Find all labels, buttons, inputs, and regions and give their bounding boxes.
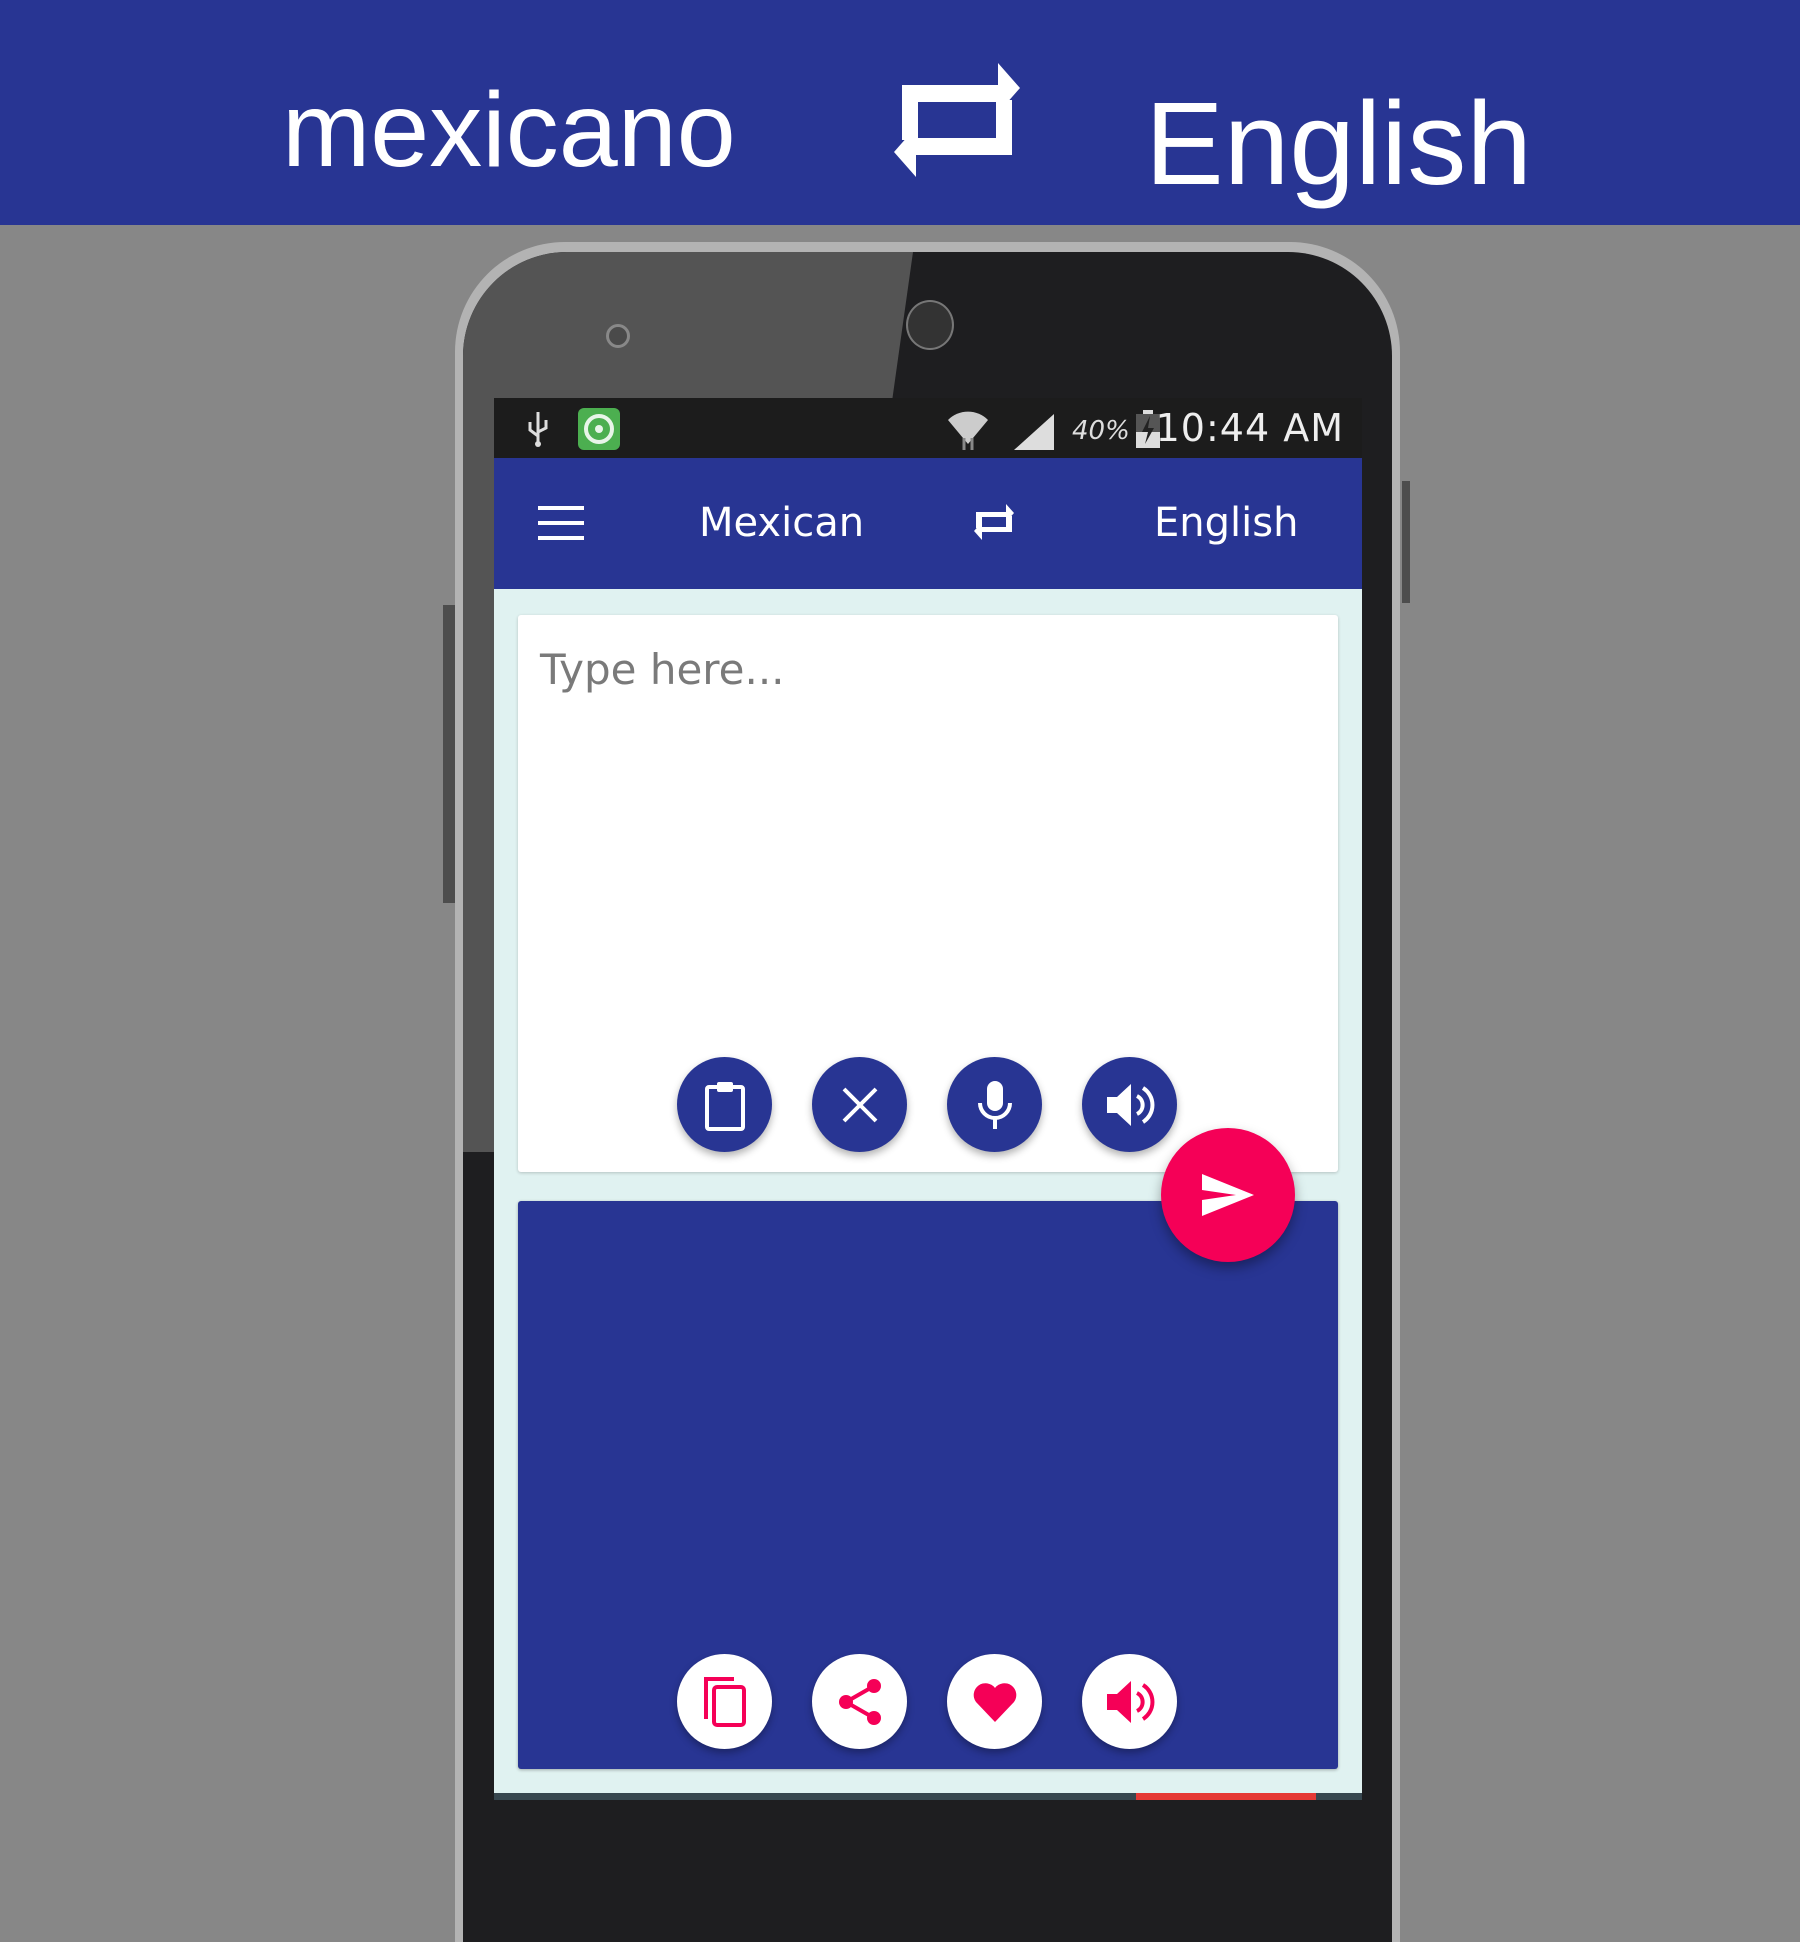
- clipboard-icon: [704, 1081, 745, 1131]
- source-language-selector[interactable]: Mexican: [699, 500, 864, 546]
- speaker-icon: [1106, 1083, 1154, 1126]
- hamburger-menu-icon[interactable]: [538, 506, 584, 540]
- banner-target-language: English: [1145, 78, 1533, 210]
- battery-percent: 40%: [1072, 416, 1130, 446]
- share-button[interactable]: [812, 1654, 907, 1749]
- phone-power-button: [1402, 481, 1410, 603]
- banner-source-language: mexicano: [282, 71, 736, 189]
- clear-button[interactable]: [812, 1057, 907, 1152]
- app-toolbar: Mexican English: [494, 458, 1362, 589]
- send-icon: [1202, 1174, 1254, 1216]
- text-input[interactable]: Type here...: [540, 645, 785, 694]
- promo-banner: mexicano English: [0, 0, 1800, 225]
- favorite-button[interactable]: [947, 1654, 1042, 1749]
- translate-button[interactable]: [1161, 1128, 1295, 1262]
- front-camera: [906, 300, 954, 350]
- target-language-selector[interactable]: English: [1154, 500, 1298, 546]
- paste-button[interactable]: [677, 1057, 772, 1152]
- usb-icon: [528, 412, 548, 447]
- output-card: [518, 1201, 1338, 1769]
- input-card[interactable]: Type here...: [518, 615, 1338, 1172]
- heart-icon: [973, 1682, 1016, 1722]
- speak-output-button[interactable]: [1082, 1654, 1177, 1749]
- voice-input-button[interactable]: [947, 1057, 1042, 1152]
- microphone-icon: [977, 1080, 1012, 1129]
- app-notification-icon: [578, 408, 620, 450]
- copy-icon: [703, 1676, 746, 1727]
- phone-volume-button: [443, 605, 455, 903]
- wifi-icon: [948, 411, 988, 450]
- swap-arrows-icon: [894, 63, 1020, 177]
- status-bar: 40% 10:44 AM: [494, 398, 1362, 458]
- speaker-icon: [1106, 1680, 1154, 1723]
- share-icon: [838, 1678, 881, 1725]
- cellular-signal-icon: [1014, 414, 1054, 450]
- copy-button[interactable]: [677, 1654, 772, 1749]
- swap-languages-button[interactable]: [972, 498, 1016, 546]
- sensor-dot: [606, 324, 630, 348]
- app-screen: 40% 10:44 AM Mexican English Type here..…: [494, 398, 1362, 1800]
- speak-input-button[interactable]: [1082, 1057, 1177, 1152]
- bottom-ad-strip: [494, 1793, 1362, 1800]
- clock: 10:44 AM: [1155, 406, 1344, 450]
- close-icon: [842, 1087, 877, 1122]
